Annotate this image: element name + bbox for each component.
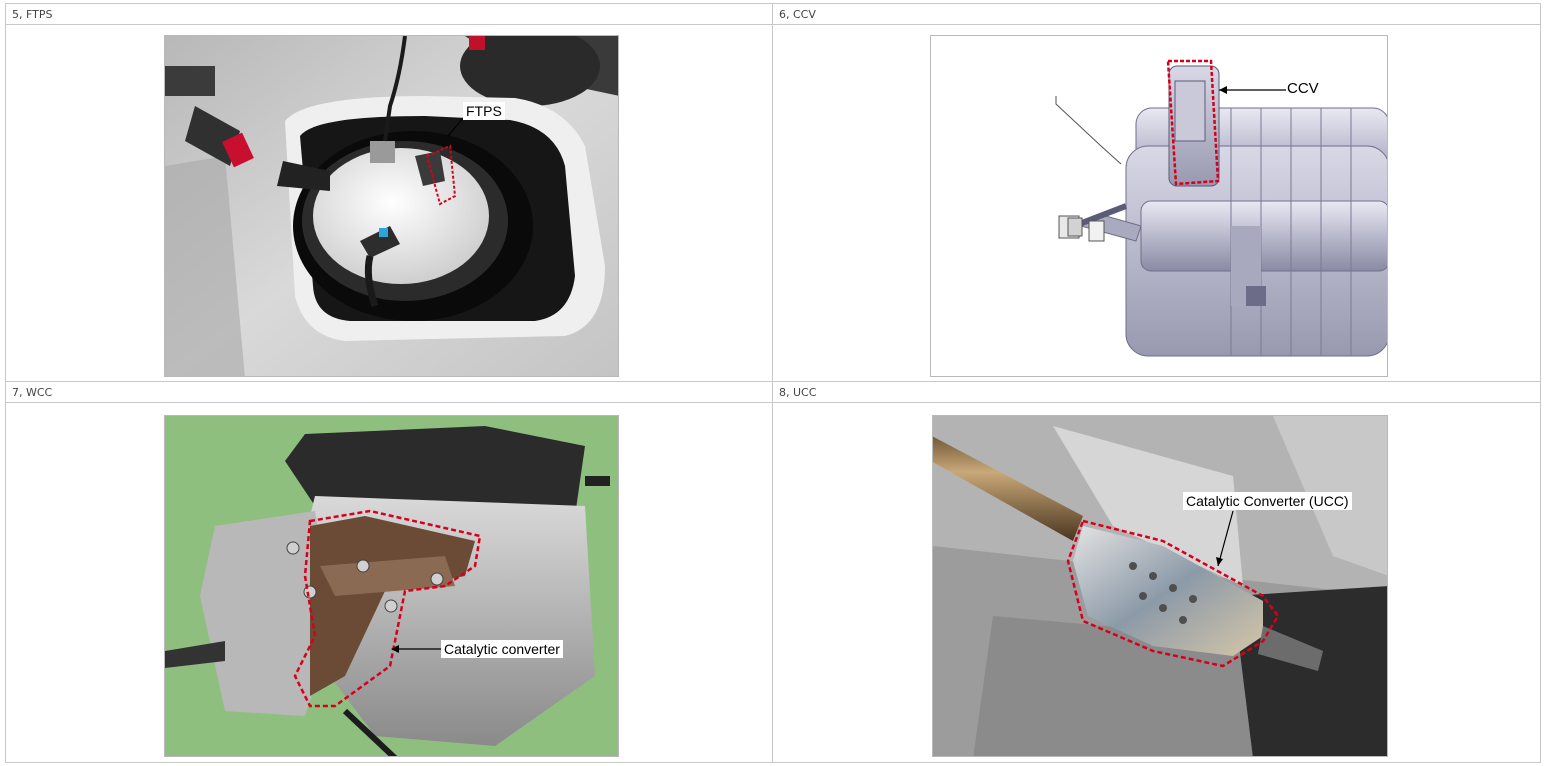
ftps-illustration bbox=[165, 36, 618, 376]
ucc-callout-label: Catalytic Converter (UCC) bbox=[1183, 492, 1352, 510]
wcc-callout-label: Catalytic converter bbox=[441, 640, 563, 658]
ftps-callout-label: FTPS bbox=[463, 102, 505, 120]
ucc-figure: Catalytic Converter (UCC) bbox=[932, 415, 1388, 757]
wcc-figure: Catalytic converter bbox=[164, 415, 619, 757]
ftps-figure: FTPS bbox=[164, 35, 619, 377]
cell-header-ftps: 5, FTPS bbox=[5, 3, 773, 25]
ucc-illustration bbox=[933, 416, 1387, 756]
cell-header-ccv: 6, CCV bbox=[772, 3, 1541, 25]
ccv-callout-label: CCV bbox=[1287, 80, 1319, 97]
ccv-figure: CCV bbox=[930, 35, 1388, 377]
cell-header-ucc: 8, UCC bbox=[772, 381, 1541, 403]
wcc-illustration bbox=[165, 416, 618, 756]
cell-header-wcc: 7, WCC bbox=[5, 381, 773, 403]
